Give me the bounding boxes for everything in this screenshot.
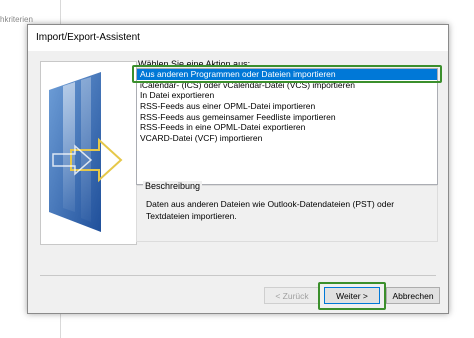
cancel-button[interactable]: Abbrechen (386, 287, 440, 304)
description-title: Beschreibung (143, 181, 203, 191)
import-export-dialog: Import/Export-Assistent Wählen Sie eine … (27, 24, 449, 314)
dialog-titlebar[interactable]: Import/Export-Assistent (28, 25, 448, 51)
back-button[interactable]: < Zurück (264, 287, 320, 304)
dialog-title: Import/Export-Assistent (36, 32, 140, 43)
description-group: Beschreibung Daten aus anderen Dateien w… (136, 181, 438, 242)
action-item-import-opml[interactable]: RSS-Feeds aus einer OPML-Datei importier… (137, 101, 437, 112)
next-button[interactable]: Weiter > (324, 287, 380, 304)
action-item-import-feedlist[interactable]: RSS-Feeds aus gemeinsamer Feedliste impo… (137, 112, 437, 123)
button-divider (40, 275, 436, 276)
action-item-import-vcard[interactable]: VCARD-Datei (VCF) importieren (137, 133, 437, 144)
action-item-import-other[interactable]: Aus anderen Programmen oder Dateien impo… (137, 69, 437, 80)
description-text: Daten aus anderen Dateien wie Outlook-Da… (146, 199, 395, 221)
action-item-import-icalendar[interactable]: iCalendar- (ICS) oder vCalendar-Datei (V… (137, 80, 437, 91)
action-listbox[interactable]: Aus anderen Programmen oder Dateien impo… (136, 68, 438, 185)
background-label: hkriterien (0, 15, 33, 24)
action-item-export-file[interactable]: In Datei exportieren (137, 90, 437, 101)
wizard-arrow-graphic-icon (40, 61, 137, 245)
action-item-export-opml[interactable]: RSS-Feeds in eine OPML-Datei exportieren (137, 122, 437, 133)
